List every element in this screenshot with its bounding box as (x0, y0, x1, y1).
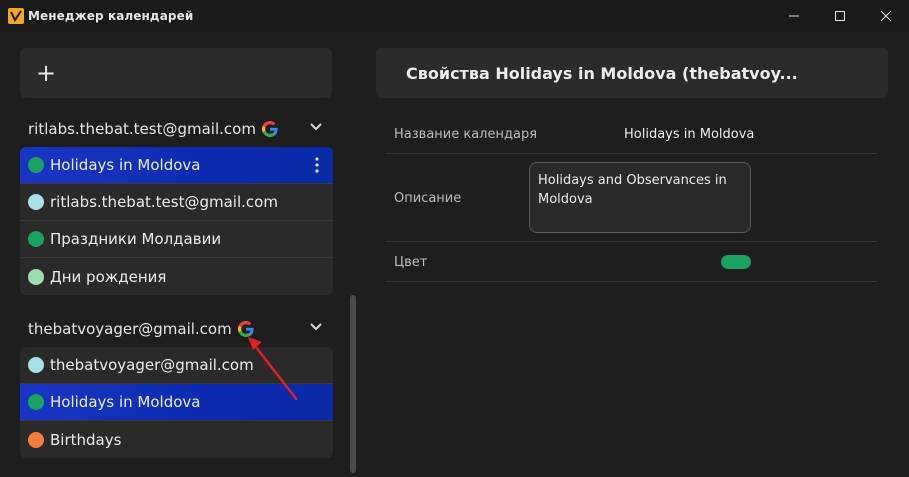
calendar-color-dot (28, 268, 44, 285)
calendar-item[interactable]: Праздники Молдавии (20, 221, 333, 258)
more-options-icon[interactable] (315, 157, 319, 173)
window-title: Менеджер календарей (28, 9, 194, 23)
google-icon (261, 121, 278, 137)
minimize-button[interactable] (771, 0, 817, 32)
maximize-button[interactable] (817, 0, 863, 32)
property-row-description: Описание Holidays and Observances in Mol… (386, 154, 877, 242)
calendar-label: Holidays in Moldova (50, 393, 201, 411)
calendar-item[interactable]: Дни рождения (20, 258, 333, 295)
calendar-color-dot (28, 231, 44, 247)
account-label: thebatvoyager@gmail.com (28, 320, 232, 338)
add-calendar-button[interactable]: + (20, 48, 332, 98)
title-bar: Менеджер календарей (0, 0, 909, 32)
calendar-list: Holidays in Moldova ritlabs.thebat.test@… (20, 147, 333, 295)
property-row-color: Цвет (386, 242, 877, 282)
calendar-color-dot (28, 194, 44, 210)
scrollbar-thumb[interactable] (350, 295, 356, 473)
color-label: Цвет (394, 255, 428, 270)
account-header[interactable]: ritlabs.thebat.test@gmail.com (28, 118, 333, 140)
calendar-label: Birthdays (50, 430, 122, 449)
add-icon: + (36, 59, 57, 87)
annotation-arrow (248, 337, 298, 401)
calendar-label: Holidays in Moldova (50, 156, 201, 174)
calendar-item[interactable]: Holidays in Moldova (20, 147, 333, 184)
calendar-color-dot (28, 431, 44, 448)
properties-header: Свойства Holidays in Moldova (thebatvoy.… (376, 48, 888, 98)
chevron-down-icon[interactable] (309, 122, 323, 132)
calendar-label: Дни рождения (50, 267, 167, 286)
minimize-icon (789, 15, 799, 17)
calendar-color-dot (28, 357, 44, 373)
description-label: Описание (394, 191, 462, 206)
calendar-color-dot (28, 157, 44, 173)
close-icon (880, 10, 892, 22)
calendar-label: Праздники Молдавии (50, 230, 222, 248)
name-value[interactable]: Holidays in Moldova (624, 127, 754, 142)
name-label: Название календаря (394, 127, 538, 142)
calendar-item[interactable]: Birthdays (20, 421, 333, 458)
chevron-down-icon[interactable] (309, 322, 323, 332)
maximize-icon (835, 11, 845, 21)
property-row-name: Название календаря Holidays in Moldova (386, 114, 877, 154)
account-label: ritlabs.thebat.test@gmail.com (28, 120, 256, 138)
page-title: Свойства Holidays in Moldova (thebatvoy.… (406, 64, 798, 83)
close-button[interactable] (863, 0, 909, 32)
calendar-label: thebatvoyager@gmail.com (50, 356, 254, 374)
color-swatch[interactable] (721, 255, 751, 269)
calendar-color-dot (28, 394, 44, 410)
app-logo-icon (8, 8, 24, 24)
calendar-item[interactable]: ritlabs.thebat.test@gmail.com (20, 184, 333, 221)
calendar-label: ritlabs.thebat.test@gmail.com (50, 193, 278, 211)
description-field[interactable]: Holidays and Observances in Moldova (529, 162, 751, 233)
